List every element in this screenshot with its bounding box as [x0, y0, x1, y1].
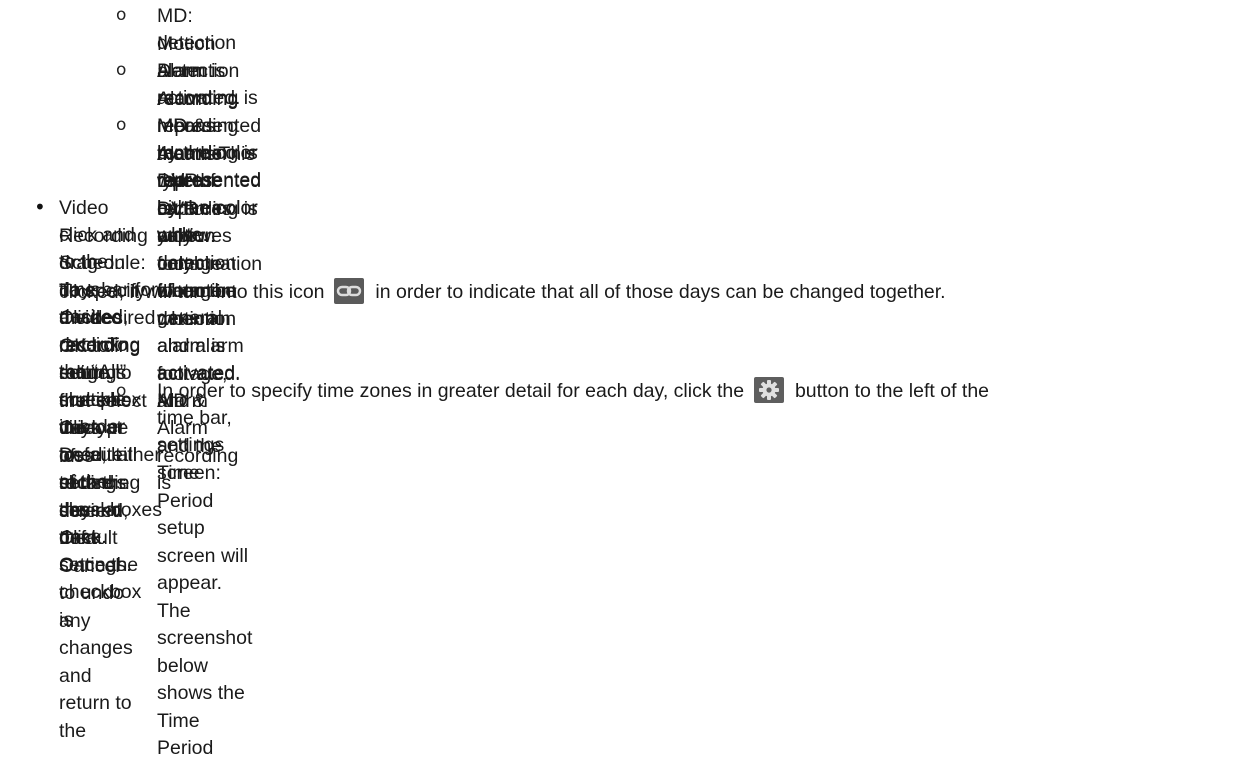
sub-bullet-marker: o [116, 60, 127, 80]
gear-icon [753, 377, 784, 403]
paragraph-line: represented by the color white. [157, 169, 262, 246]
paragraph-line: settings screen: [157, 434, 225, 484]
paragraph-line-with-icon: In order to specify time zones in greate… [157, 377, 989, 406]
paragraph-text: button to the left of the [794, 380, 990, 402]
paragraph-line: recording settings screen. Click Default… [59, 334, 141, 576]
sub-bullet-marker: o [116, 115, 127, 135]
sub-bullet-marker: o [116, 5, 127, 25]
document-page: o MD: Motion Detection recording means t… [0, 0, 1260, 759]
link-chain-icon [333, 278, 364, 304]
paragraph-line-with-icon: clicked, it will turn into this icon in … [59, 278, 946, 307]
paragraph-text: clicked, it will turn into this icon [59, 281, 325, 303]
paragraph-text: In order to specify time zones in greate… [157, 380, 745, 402]
bullet-marker: • [34, 195, 46, 219]
paragraph-text: in order to indicate that all of those d… [375, 281, 946, 303]
sub-bullet-marker: o [116, 381, 127, 401]
